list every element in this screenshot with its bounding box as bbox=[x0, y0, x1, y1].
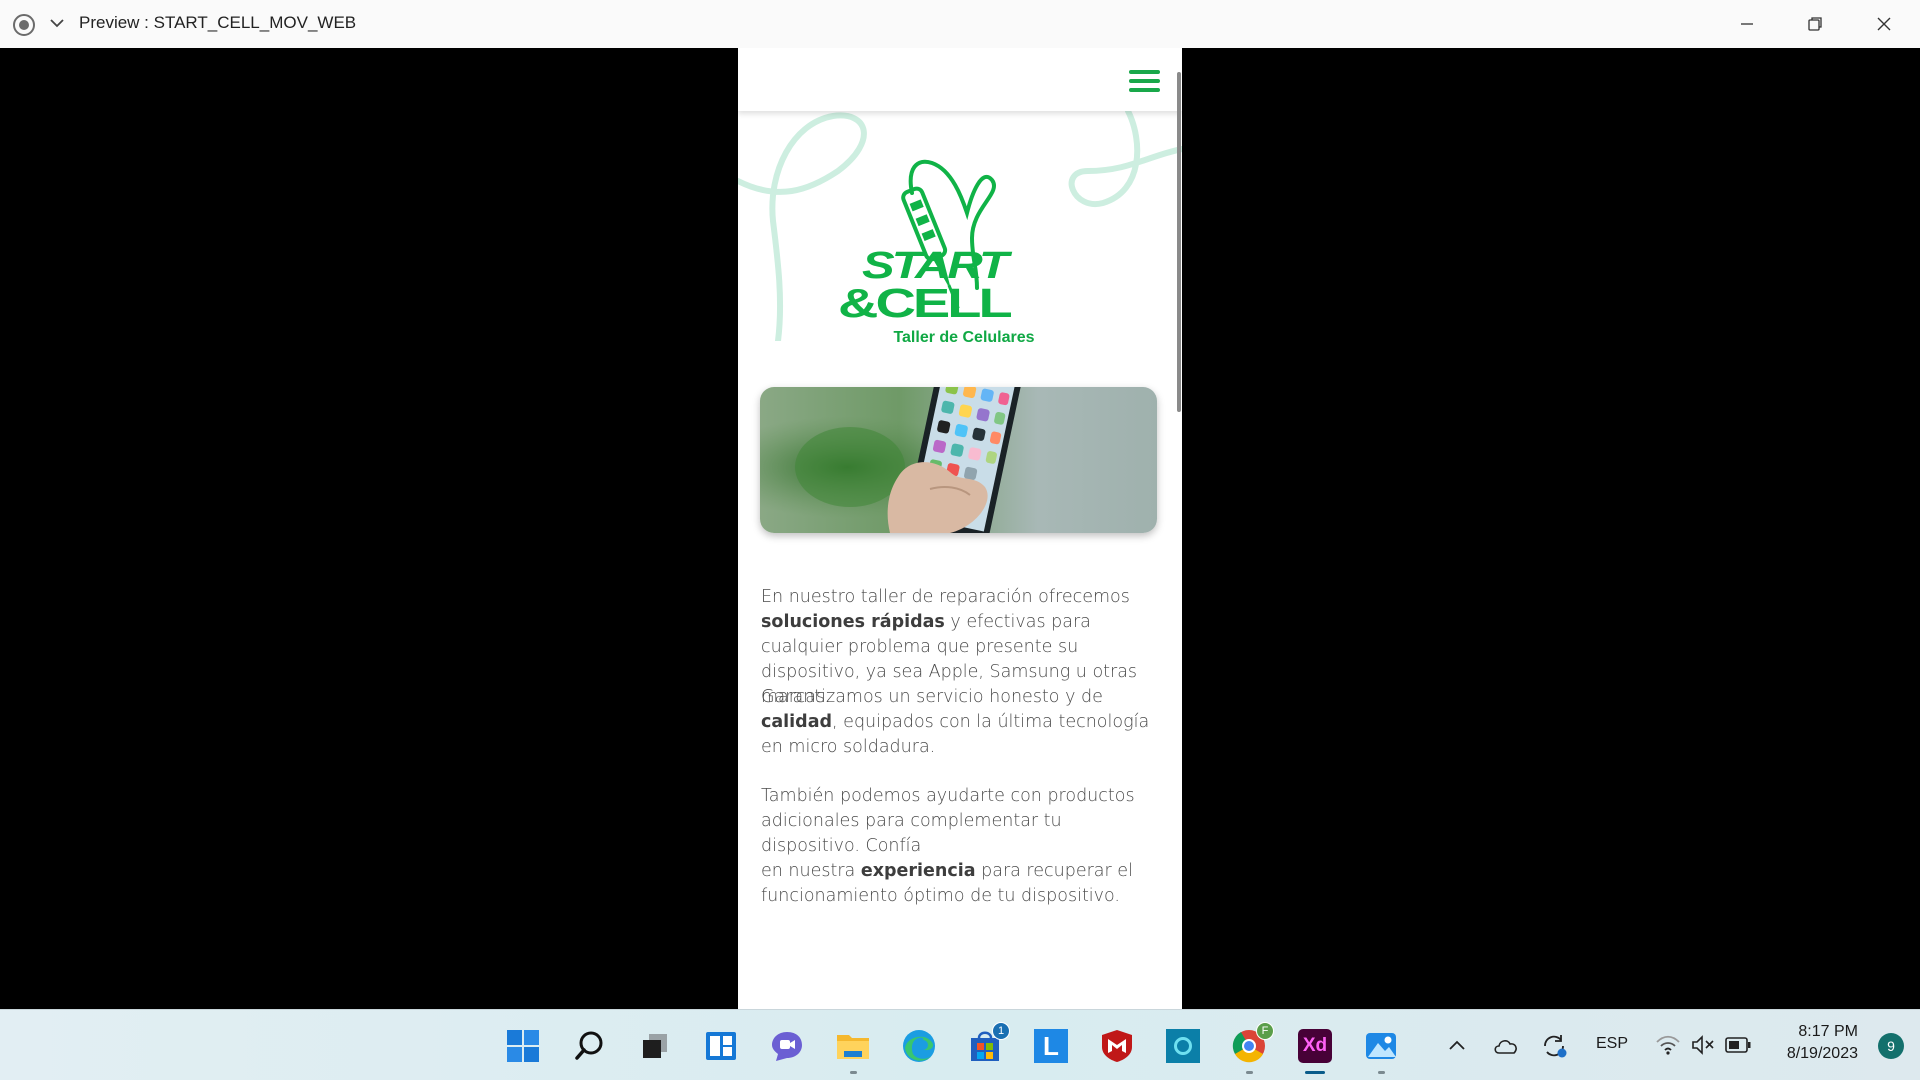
teams-chat-icon[interactable] bbox=[768, 1027, 806, 1065]
window-title: Preview : START_CELL_MOV_WEB bbox=[79, 13, 357, 32]
running-indicator bbox=[1378, 1071, 1385, 1074]
file-explorer-icon[interactable] bbox=[834, 1027, 872, 1065]
search-icon[interactable] bbox=[571, 1027, 609, 1065]
mcafee-icon[interactable] bbox=[1098, 1027, 1136, 1065]
wifi-icon[interactable] bbox=[1655, 1034, 1681, 1056]
app-l-icon[interactable]: L bbox=[1032, 1027, 1070, 1065]
clock-date: 8/19/2023 bbox=[1786, 1045, 1858, 1062]
phone-preview: START &CELL Taller de Celulares En nuest… bbox=[738, 48, 1182, 1009]
notification-badge[interactable]: 9 bbox=[1878, 1033, 1904, 1059]
battery-icon[interactable] bbox=[1724, 1036, 1752, 1054]
microsoft-store-icon[interactable]: 1 bbox=[966, 1022, 1010, 1065]
title-bar: Preview : START_CELL_MOV_WEB bbox=[0, 0, 1920, 48]
site-header bbox=[738, 48, 1182, 111]
sync-icon[interactable] bbox=[1540, 1032, 1568, 1060]
edge-icon[interactable] bbox=[900, 1027, 938, 1065]
restore-button[interactable] bbox=[1781, 0, 1849, 48]
minimize-icon bbox=[1741, 23, 1753, 25]
task-view-icon[interactable] bbox=[636, 1027, 674, 1065]
close-button[interactable] bbox=[1850, 0, 1918, 48]
intro-paragraph-3: También podemos ayudarte con productos a… bbox=[761, 786, 1135, 906]
intro-paragraph-2: Garantizamos un servicio honesto y de ca… bbox=[761, 687, 1150, 757]
scrollbar[interactable] bbox=[1177, 72, 1181, 412]
taskbar: 1 L F Xd ESP 8:17 PM 8/19/2023 9 bbox=[0, 1009, 1920, 1080]
photos-icon[interactable] bbox=[1362, 1027, 1400, 1065]
hamburger-menu-icon[interactable] bbox=[1129, 70, 1160, 92]
chevron-up-icon[interactable] bbox=[1448, 1038, 1466, 1052]
record-icon[interactable] bbox=[13, 14, 35, 36]
app-l-letter: L bbox=[1034, 1029, 1068, 1063]
chrome-icon[interactable]: F bbox=[1230, 1022, 1274, 1065]
running-indicator bbox=[850, 1071, 857, 1074]
minimize-button[interactable] bbox=[1713, 0, 1781, 48]
close-icon bbox=[1877, 17, 1891, 31]
clock[interactable]: 8:17 PM 8/19/2023 bbox=[1787, 1021, 1858, 1065]
chrome-profile-badge: F bbox=[1256, 1022, 1274, 1040]
onedrive-icon[interactable] bbox=[1492, 1036, 1520, 1056]
clock-time: 8:17 PM bbox=[1798, 1023, 1858, 1040]
widgets-icon[interactable] bbox=[702, 1027, 740, 1065]
language-indicator[interactable]: ESP bbox=[1596, 1035, 1628, 1053]
speaker-muted-icon[interactable] bbox=[1690, 1034, 1716, 1056]
active-indicator bbox=[1305, 1071, 1325, 1074]
store-badge: 1 bbox=[992, 1022, 1010, 1040]
hero-image bbox=[760, 387, 1157, 533]
logo-subtitle: Taller de Celulares bbox=[893, 329, 1035, 346]
cortana-icon[interactable] bbox=[1164, 1027, 1202, 1065]
restore-icon bbox=[1808, 17, 1822, 31]
xd-letter: Xd bbox=[1298, 1029, 1332, 1063]
chevron-down-icon[interactable] bbox=[48, 14, 66, 32]
preview-stage: START &CELL Taller de Celulares En nuest… bbox=[0, 48, 1920, 1009]
logo-text-cell: &CELL bbox=[838, 280, 1013, 326]
adobe-xd-icon[interactable]: Xd bbox=[1296, 1027, 1334, 1065]
start-icon[interactable] bbox=[504, 1027, 542, 1065]
running-indicator bbox=[1246, 1071, 1253, 1074]
